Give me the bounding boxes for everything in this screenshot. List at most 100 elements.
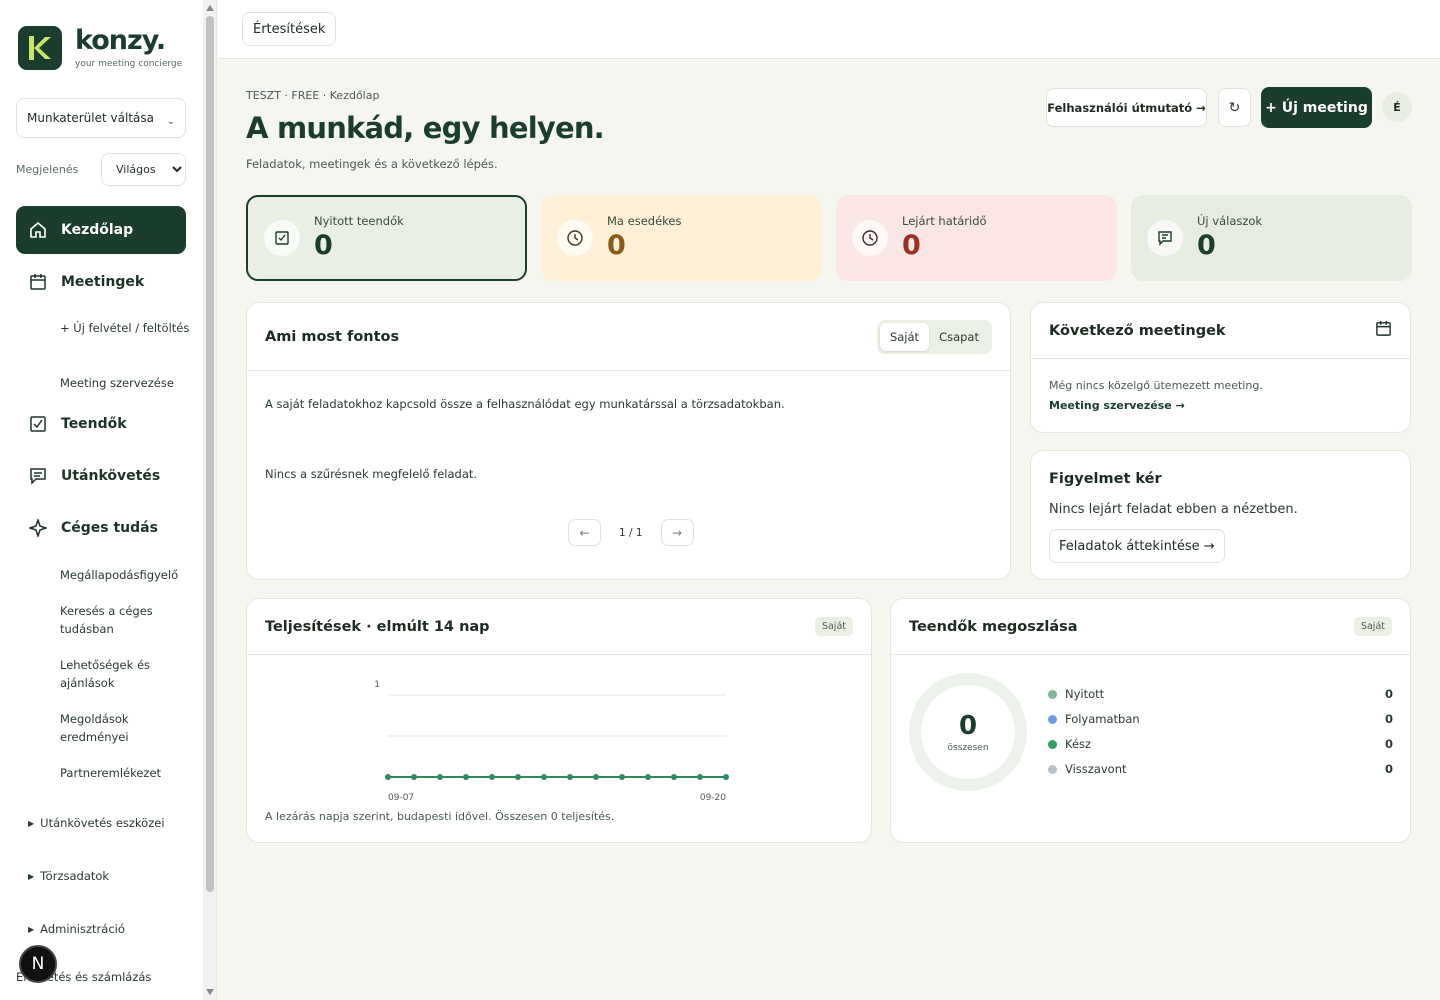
stat-label: Nyitott teendők	[314, 214, 404, 228]
appearance-label: Megjelenés	[16, 163, 79, 176]
sidebar-item-meetings[interactable]: Meetingek	[16, 258, 186, 306]
notifications-button[interactable]: Értesítések	[242, 12, 337, 46]
message-icon	[1147, 220, 1183, 256]
y-tick-label: 1	[374, 680, 380, 690]
stat-card-new-replies[interactable]: Új válaszok 0	[1131, 195, 1412, 281]
stat-value: 0	[902, 230, 921, 261]
data-point[interactable]	[541, 774, 547, 780]
legend-label: Kész	[1065, 737, 1092, 751]
stat-label: Új válaszok	[1197, 214, 1263, 228]
sidebar-group-label: Adminisztráció	[40, 922, 125, 936]
tab-team[interactable]: Csapat	[929, 323, 989, 351]
appearance-select[interactable]: Világos	[101, 153, 186, 186]
important-empty: Nincs a szűrésnek megfelelő feladat.	[265, 467, 478, 481]
data-point[interactable]	[437, 774, 443, 780]
completions-title: Teljesítések · elmúlt 14 nap	[265, 618, 490, 635]
legend-label: Nyitott	[1065, 687, 1105, 701]
stat-value: 0	[1197, 230, 1216, 261]
sidebar-item-solutions[interactable]: Megoldások eredményei	[60, 710, 190, 746]
stat-label: Ma esedékes	[607, 214, 682, 228]
sidebar-item-todos[interactable]: Teendők	[16, 400, 186, 448]
data-point[interactable]	[645, 774, 651, 780]
data-point[interactable]	[489, 774, 495, 780]
sidebar-group-admin[interactable]: ▶ Adminisztráció	[28, 922, 125, 936]
legend-value: 0	[1384, 712, 1393, 726]
legend-item-done: Kész 0	[1048, 737, 1393, 751]
brand-tagline: your meeting concierge	[75, 59, 183, 69]
brand-name: konzy.	[75, 25, 166, 56]
refresh-icon: ↻	[1228, 99, 1241, 116]
sidebar-group-followup-tools[interactable]: ▶ Utánkövetés eszközei	[28, 816, 165, 830]
legend-value: 0	[1384, 687, 1393, 701]
data-point[interactable]	[567, 774, 573, 780]
page-title: A munkád, egy helyen.	[246, 111, 605, 145]
page-subtitle: Feladatok, meetingek és a következő lépé…	[246, 157, 498, 171]
message-icon	[28, 466, 48, 486]
scrollbar-thumb[interactable]	[206, 16, 214, 892]
sidebar-item-search-knowledge[interactable]: Keresés a céges tudásban	[60, 602, 190, 638]
calendar-icon[interactable]	[1375, 320, 1392, 341]
scroll-up-icon[interactable]	[206, 5, 214, 11]
checkbox-icon	[28, 414, 48, 434]
tab-own[interactable]: Saját	[879, 322, 930, 351]
data-point[interactable]	[411, 774, 417, 780]
sidebar-item-label: Teendők	[61, 416, 127, 432]
data-point[interactable]	[619, 774, 625, 780]
sidebar-item-new-recording[interactable]: + Új felvétel / feltöltés	[60, 319, 190, 337]
sidebar-group-label: Utánkövetés eszközei	[40, 816, 165, 830]
stat-card-overdue[interactable]: Lejárt határidő 0	[836, 195, 1117, 281]
x-tick-label: 09-07	[388, 793, 414, 803]
attention-card: Figyelmet kér Nincs lejárt feladat ebben…	[1030, 450, 1411, 580]
sidebar-item-partner-memory[interactable]: Partneremlékezet	[60, 764, 190, 782]
refresh-button[interactable]: ↻	[1218, 88, 1251, 127]
scope-pill: Saját	[814, 617, 853, 636]
data-point[interactable]	[723, 774, 729, 780]
sidebar-group-label: Törzsadatok	[40, 869, 110, 883]
sidebar-item-opportunities[interactable]: Lehetőségek és ajánlások	[60, 656, 190, 692]
important-card: Ami most fontos Saját Csapat A saját fel…	[246, 302, 1011, 580]
data-point[interactable]	[593, 774, 599, 780]
donut-total-value: 0	[958, 710, 978, 741]
stat-card-due-today[interactable]: Ma esedékes 0	[541, 195, 822, 281]
data-point[interactable]	[463, 774, 469, 780]
sidebar-scrollbar[interactable]	[203, 0, 217, 1000]
appearance-row: Megjelenés Világos	[16, 153, 186, 186]
stat-card-open-todos[interactable]: Nyitott teendők 0	[246, 195, 527, 281]
triangle-right-icon: ▶	[28, 924, 35, 934]
review-tasks-button[interactable]: Feladatok áttekintése →	[1049, 529, 1225, 563]
triangle-right-icon: ▶	[28, 818, 35, 828]
sidebar-item-knowledge[interactable]: Céges tudás	[16, 504, 186, 552]
completions-chart: 1 09-07 09-20	[374, 680, 729, 803]
data-point[interactable]	[515, 774, 521, 780]
stat-value: 0	[607, 230, 626, 261]
next-meetings-card: Következő meetingek Még nincs közelgő üt…	[1030, 302, 1411, 433]
legend-dot	[1048, 689, 1057, 699]
sidebar-item-home[interactable]: Kezdőlap	[16, 206, 186, 254]
workspace-switch-button[interactable]: Munkaterület váltása ⌄	[16, 98, 186, 138]
scroll-down-icon[interactable]	[206, 989, 214, 995]
sidebar-group-master-data[interactable]: ▶ Törzsadatok	[28, 869, 109, 883]
sidebar-item-organize-meeting[interactable]: Meeting szervezése	[60, 374, 190, 392]
page-info: 1 / 1	[619, 526, 643, 539]
avatar[interactable]: É	[1382, 92, 1412, 122]
data-point[interactable]	[671, 774, 677, 780]
user-guide-button[interactable]: Felhasználói útmutató →	[1046, 88, 1207, 127]
data-point[interactable]	[697, 774, 703, 780]
legend-item-cancelled: Visszavont 0	[1048, 762, 1393, 776]
next-page-button[interactable]: →	[660, 519, 694, 546]
legend-item-open: Nyitott 0	[1048, 687, 1393, 701]
prev-page-button[interactable]: ←	[568, 519, 601, 546]
new-meeting-button[interactable]: + Új meeting	[1261, 87, 1372, 128]
sidebar: konzy. your meeting concierge Munkaterül…	[0, 0, 204, 1000]
legend-label: Folyamatban	[1065, 712, 1140, 726]
next-meetings-empty: Még nincs közelgő ütemezett meeting.	[1049, 379, 1263, 392]
organize-meeting-link[interactable]: Meeting szervezése →	[1049, 399, 1185, 412]
topbar: Értesítések	[218, 0, 1440, 59]
breadcrumb: TESZT · FREE · Kezdőlap	[246, 89, 380, 102]
legend-dot	[1048, 764, 1057, 774]
sidebar-item-followup[interactable]: Utánkövetés	[16, 452, 186, 500]
dev-tools-badge[interactable]: N	[19, 945, 57, 983]
data-point[interactable]	[385, 774, 391, 780]
sidebar-item-agreement-tracker[interactable]: Megállapodásfigyelő	[60, 566, 190, 584]
brand-logo[interactable]: konzy. your meeting concierge	[18, 26, 182, 70]
